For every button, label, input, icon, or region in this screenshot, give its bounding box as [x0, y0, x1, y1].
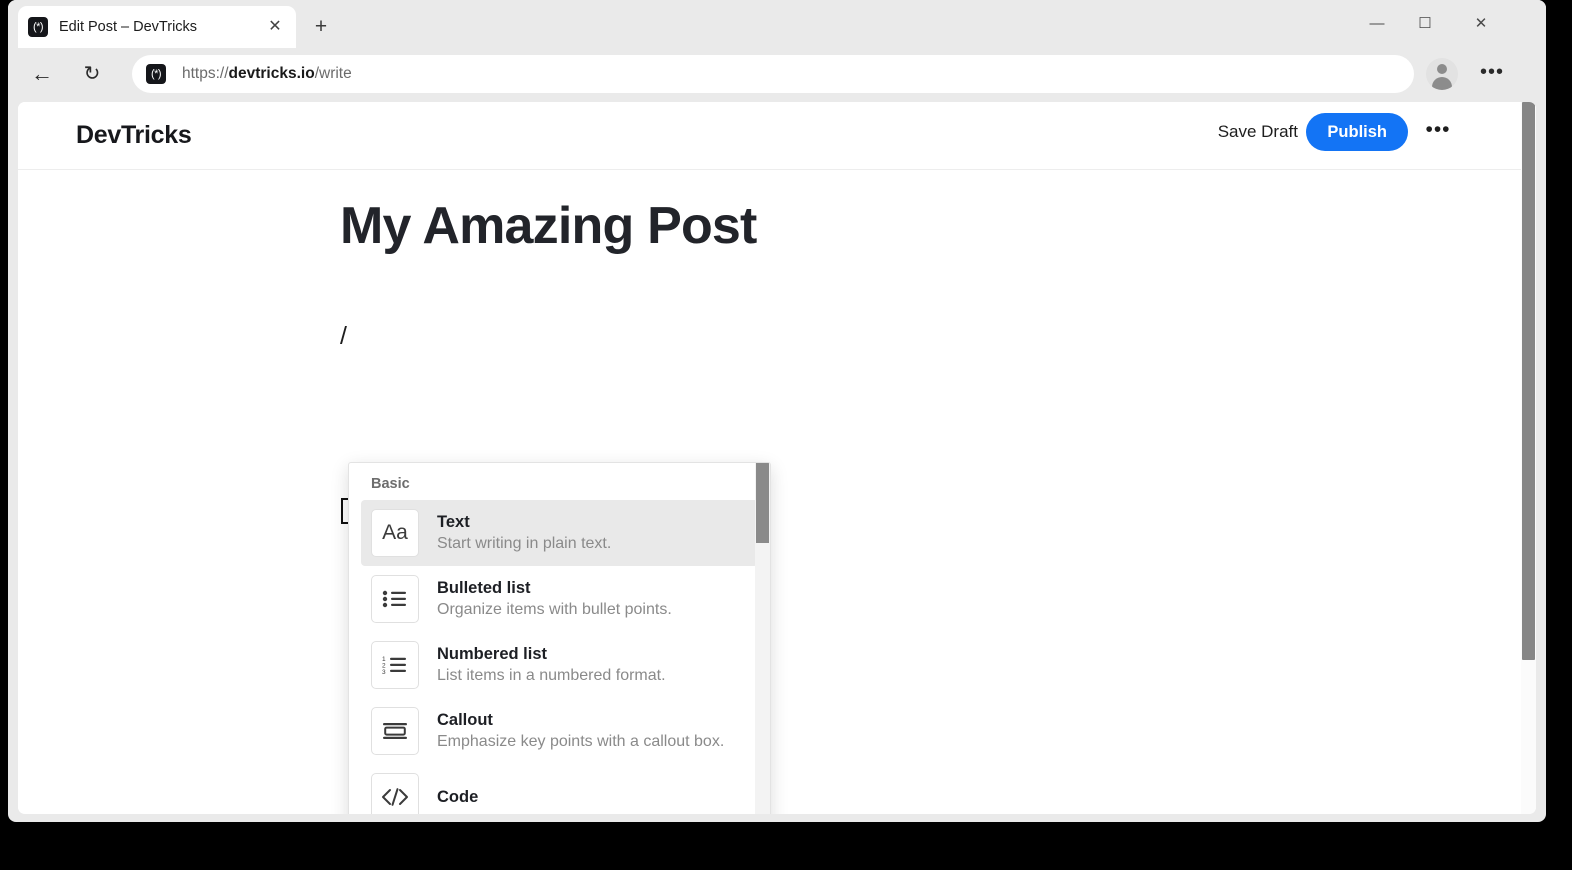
slash-command-text[interactable]: / — [340, 322, 347, 351]
text-aa-icon: Aa — [371, 509, 419, 557]
browser-tab[interactable]: (*) Edit Post – DevTricks ✕ — [18, 6, 296, 48]
window-close-button[interactable]: ✕ — [1458, 8, 1504, 40]
slash-menu-item-title: Bulleted list — [437, 578, 531, 597]
slash-command-menu[interactable]: Basic Aa Text Start writing in plain tex… — [348, 462, 771, 814]
slash-menu-scrollbar[interactable] — [755, 463, 770, 814]
browser-nav-bar: ← ↻ (*) https://devtricks.io/write ••• — [8, 48, 1546, 102]
window-maximize-button[interactable]: ☐ — [1402, 8, 1448, 40]
tab-strip: (*) Edit Post – DevTricks ✕ + — ☐ ✕ — [8, 0, 1546, 48]
app-header: DevTricks Save Draft Publish ••• — [18, 102, 1536, 170]
save-draft-button[interactable]: Save Draft — [1218, 122, 1298, 142]
url-prefix: https:// — [182, 65, 229, 82]
page-viewport: DevTricks Save Draft Publish ••• My Amaz… — [18, 102, 1536, 814]
slash-menu-scroll-thumb[interactable] — [756, 463, 769, 543]
editor-area[interactable]: My Amazing Post / Basic Aa Text Start wr… — [18, 170, 1536, 814]
avatar-head-icon — [1437, 64, 1447, 74]
url-host: devtricks.io — [228, 65, 315, 82]
slash-menu-item-body: Callout Emphasize key points with a call… — [437, 709, 724, 754]
tab-title: Edit Post – DevTricks — [59, 19, 198, 35]
slash-menu-item-desc: List items in a numbered format. — [437, 666, 666, 684]
callout-icon — [371, 707, 419, 755]
svg-text:3: 3 — [382, 669, 386, 675]
slash-menu-item-body: Text Start writing in plain text. — [437, 511, 611, 556]
slash-menu-list: Aa Text Start writing in plain text. Bul… — [349, 500, 770, 814]
slash-menu-item-title: Text — [437, 512, 470, 531]
browser-menu-icon[interactable]: ••• — [1476, 58, 1508, 90]
slash-menu-item-desc: Emphasize key points with a callout box. — [437, 732, 725, 750]
slash-menu-item-title: Code — [437, 787, 479, 806]
slash-menu-item-body: Numbered list List items in a numbered f… — [437, 643, 666, 688]
text-aa-icon-glyph: Aa — [382, 521, 408, 544]
post-title-input[interactable]: My Amazing Post — [340, 196, 757, 256]
browser-window: (*) Edit Post – DevTricks ✕ + — ☐ ✕ ← ↻ … — [8, 0, 1546, 822]
slash-menu-item-desc: Organize items with bullet points. — [437, 600, 672, 618]
slash-menu-section-label: Basic — [371, 476, 410, 492]
slash-menu-item-body: Code — [437, 786, 478, 808]
url-path: /write — [314, 65, 352, 82]
back-arrow-icon[interactable]: ← — [22, 54, 62, 94]
slash-menu-item-numbered-list[interactable]: 1 2 3 Numbered list List items in a numb… — [361, 632, 758, 698]
reload-icon[interactable]: ↻ — [72, 54, 112, 94]
site-favicon-icon: (*) — [146, 64, 166, 84]
close-icon[interactable]: ✕ — [264, 16, 286, 38]
new-tab-button[interactable]: + — [306, 12, 336, 42]
tab-favicon-icon: (*) — [28, 17, 48, 37]
code-icon — [371, 773, 419, 814]
page-scroll-thumb[interactable] — [1522, 102, 1535, 660]
slash-menu-item-callout[interactable]: Callout Emphasize key points with a call… — [361, 698, 758, 764]
slash-menu-item-body: Bulleted list Organize items with bullet… — [437, 577, 672, 622]
slash-menu-item-bulleted-list[interactable]: Bulleted list Organize items with bullet… — [361, 566, 758, 632]
slash-menu-item-title: Numbered list — [437, 644, 548, 663]
app-more-options-icon[interactable]: ••• — [1422, 116, 1454, 148]
window-minimize-button[interactable]: — — [1354, 8, 1400, 40]
address-bar[interactable]: (*) https://devtricks.io/write — [132, 55, 1414, 93]
url-text: https://devtricks.io/write — [182, 65, 352, 83]
slash-menu-item-title: Callout — [437, 710, 493, 729]
slash-menu-item-text[interactable]: Aa Text Start writing in plain text. — [361, 500, 758, 566]
avatar[interactable] — [1426, 58, 1458, 90]
publish-button[interactable]: Publish — [1306, 113, 1408, 151]
page-scrollbar[interactable] — [1521, 102, 1536, 814]
bulleted-list-icon — [371, 575, 419, 623]
avatar-body-icon — [1432, 77, 1452, 90]
slash-menu-item-code[interactable]: Code — [361, 764, 758, 814]
slash-menu-item-desc: Start writing in plain text. — [437, 534, 612, 552]
brand-logo[interactable]: DevTricks — [76, 121, 192, 150]
numbered-list-icon: 1 2 3 — [371, 641, 419, 689]
